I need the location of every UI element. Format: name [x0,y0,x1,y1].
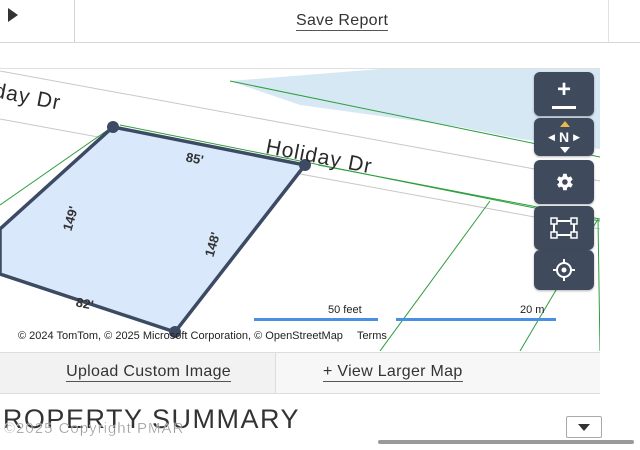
chevron-down-icon [578,424,590,431]
compass-down-icon [560,147,570,153]
parcel-map[interactable]: day Dr Holiday Dr 85' 149' 148' 82' [0,68,600,351]
select-area-icon [550,217,578,239]
attribution-text: © 2024 TomTom, © 2025 Microsoft Corporat… [18,330,343,342]
compass-left-icon: ◀ [548,131,555,142]
toolbar-divider [74,0,75,42]
upload-custom-image-label: Upload Custom Image [66,363,231,382]
terms-link[interactable]: Terms [357,330,387,342]
play-arrow-icon[interactable] [8,8,18,22]
north-label: N [558,129,570,145]
view-larger-map-label: + View Larger Map [323,363,463,382]
dimension-label-bottom: 82' [74,294,95,313]
scale-bar-meters [396,318,556,321]
compass-up-icon [560,121,570,127]
map-action-bar: Upload Custom Image + View Larger Map [0,352,600,394]
scale-meters-label: 20 m [520,304,545,316]
save-report-button[interactable]: Save Report [296,12,389,31]
zoom-control: + [534,72,594,116]
parcel-vertex [107,121,119,133]
compass-right-icon: ▶ [573,131,580,142]
gear-icon [557,173,573,191]
lot-line [597,218,600,351]
parcel-shape [0,125,309,335]
lot-line [379,200,491,351]
horizontal-scrollbar[interactable] [378,440,634,444]
map-attribution: © 2024 TomTom, © 2025 Microsoft Corporat… [18,330,387,342]
scale-bar-feet [254,318,378,321]
crosshair-icon [553,259,575,281]
report-toolbar: Save Report [0,0,640,43]
section-collapse-dropdown[interactable] [566,416,602,438]
dimension-label-top: 85' [184,149,205,168]
select-area-button[interactable] [534,206,594,250]
scale-feet-label: 50 feet [328,304,362,316]
copyright-watermark: ©2025 Copyright PMAR [4,420,185,437]
zoom-out-button[interactable] [552,105,576,109]
toolbar-divider-right [608,0,609,42]
view-larger-map-button[interactable]: + View Larger Map [276,353,600,393]
compass-control[interactable]: ◀ N ▶ [534,118,594,156]
upload-custom-image-button[interactable]: Upload Custom Image [0,353,276,393]
locate-button[interactable] [534,250,594,290]
zoom-in-button[interactable]: + [557,77,571,101]
map-settings-button[interactable] [534,160,594,204]
